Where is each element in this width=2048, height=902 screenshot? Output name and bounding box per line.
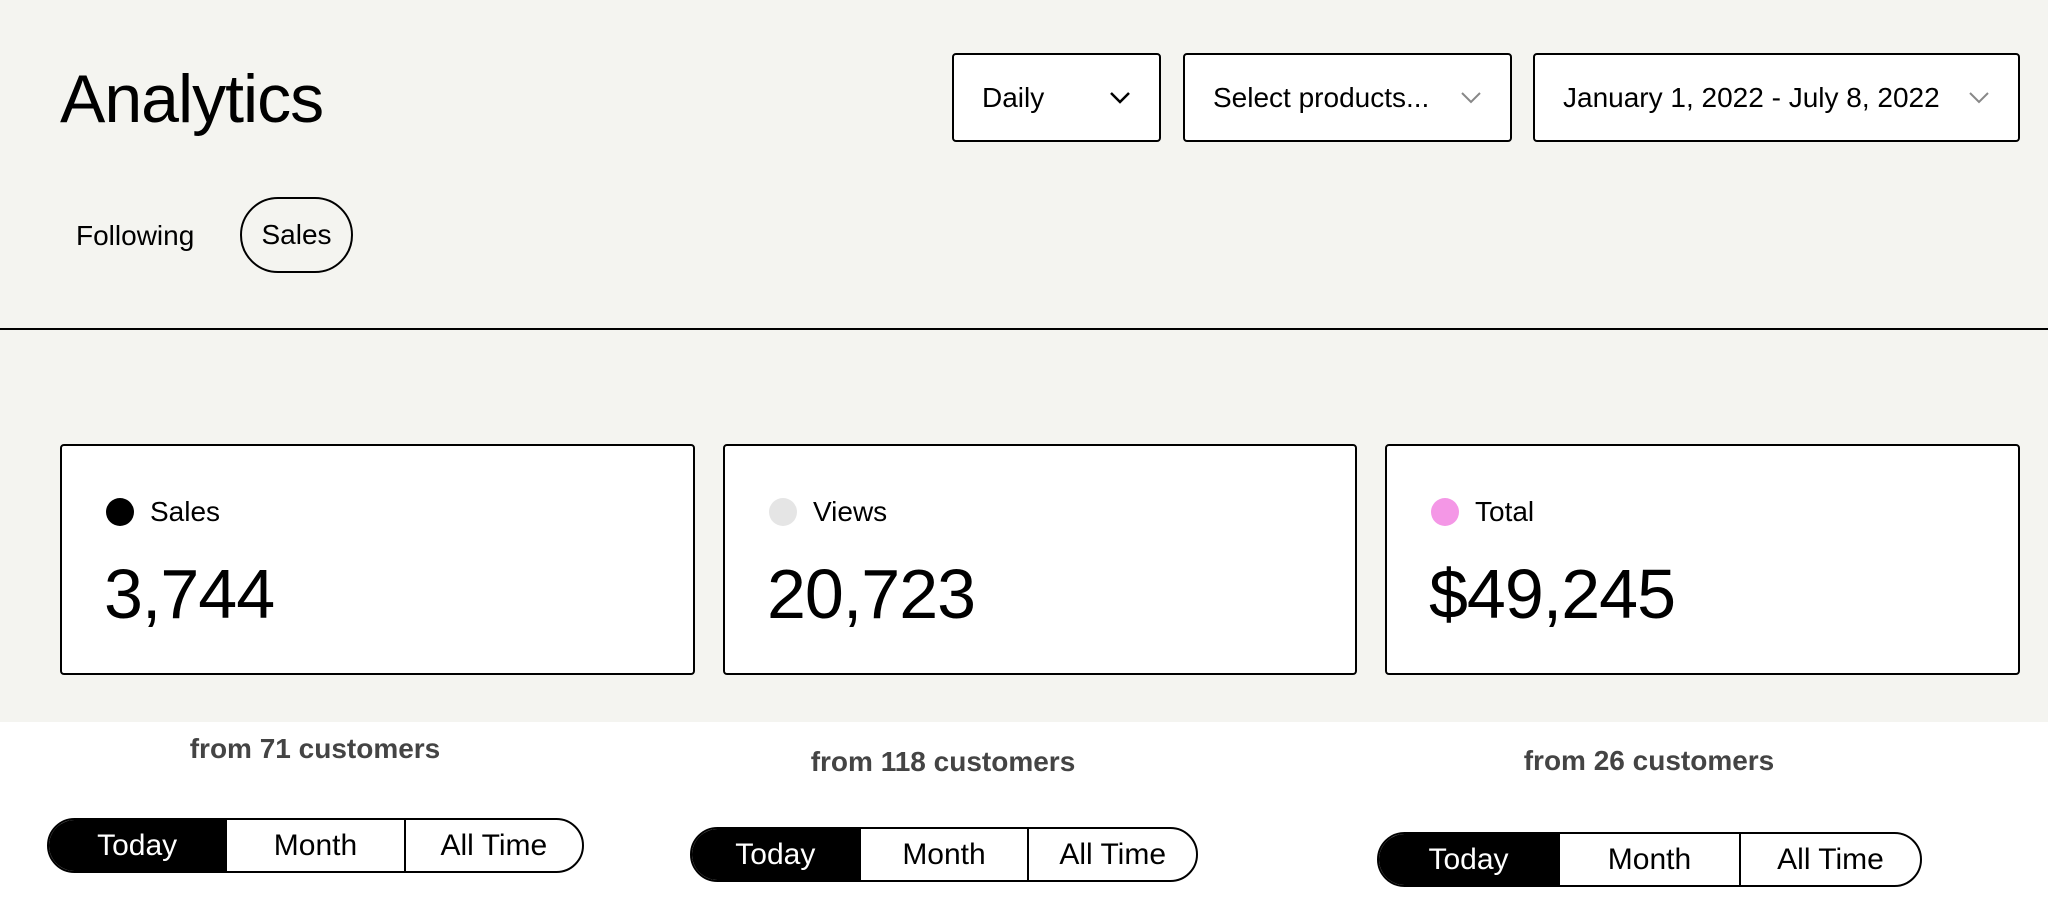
period-today-button[interactable]: Today <box>692 829 861 880</box>
total-period-toggle: Today Month All Time <box>1377 832 1922 887</box>
page-title: Analytics <box>60 61 324 137</box>
sales-dot-icon <box>106 498 134 526</box>
total-card-value: $49,245 <box>1429 555 1676 633</box>
tab-sales[interactable]: Sales <box>240 197 353 273</box>
chevron-down-icon <box>1969 91 1989 103</box>
date-range-dropdown[interactable]: January 1, 2022 - July 8, 2022 <box>1533 53 2020 142</box>
views-card-value: 20,723 <box>767 555 976 633</box>
sales-card: Sales 3,744 <box>60 444 695 675</box>
total-customers-text: from 26 customers <box>1523 745 1775 776</box>
period-all-time-button[interactable]: All Time <box>1741 834 1920 885</box>
sales-card-label: Sales <box>106 496 220 528</box>
period-all-time-button[interactable]: All Time <box>1029 829 1196 880</box>
sales-customers-text: from 71 customers <box>189 733 441 764</box>
frequency-dropdown[interactable]: Daily <box>952 53 1161 142</box>
period-month-button[interactable]: Month <box>1560 834 1741 885</box>
chevron-down-icon <box>1461 91 1481 103</box>
period-today-button[interactable]: Today <box>1379 834 1560 885</box>
chevron-down-icon <box>1110 91 1130 104</box>
tab-following[interactable]: Following <box>76 220 194 252</box>
total-card-label: Total <box>1431 496 1534 528</box>
views-period-toggle: Today Month All Time <box>690 827 1198 882</box>
sales-card-value: 3,744 <box>104 555 275 633</box>
frequency-dropdown-label: Daily <box>982 81 1045 113</box>
views-card-label: Views <box>769 496 887 528</box>
period-month-button[interactable]: Month <box>861 829 1030 880</box>
products-dropdown[interactable]: Select products... <box>1183 53 1512 142</box>
period-all-time-button[interactable]: All Time <box>406 820 582 871</box>
views-card: Views 20,723 <box>723 444 1357 675</box>
total-card: Total $49,245 <box>1385 444 2020 675</box>
views-customers-text: from 118 customers <box>810 746 1076 777</box>
header-divider <box>0 328 2048 330</box>
sales-period-toggle: Today Month All Time <box>47 818 584 873</box>
period-today-button[interactable]: Today <box>49 820 228 871</box>
products-dropdown-label: Select products... <box>1213 81 1430 113</box>
total-card-title: Total <box>1475 496 1535 527</box>
date-range-dropdown-label: January 1, 2022 - July 8, 2022 <box>1563 81 1940 113</box>
views-card-title: Views <box>813 496 888 527</box>
period-month-button[interactable]: Month <box>227 820 406 871</box>
sales-card-title: Sales <box>150 496 221 527</box>
total-dot-icon <box>1431 498 1459 526</box>
views-dot-icon <box>769 498 797 526</box>
